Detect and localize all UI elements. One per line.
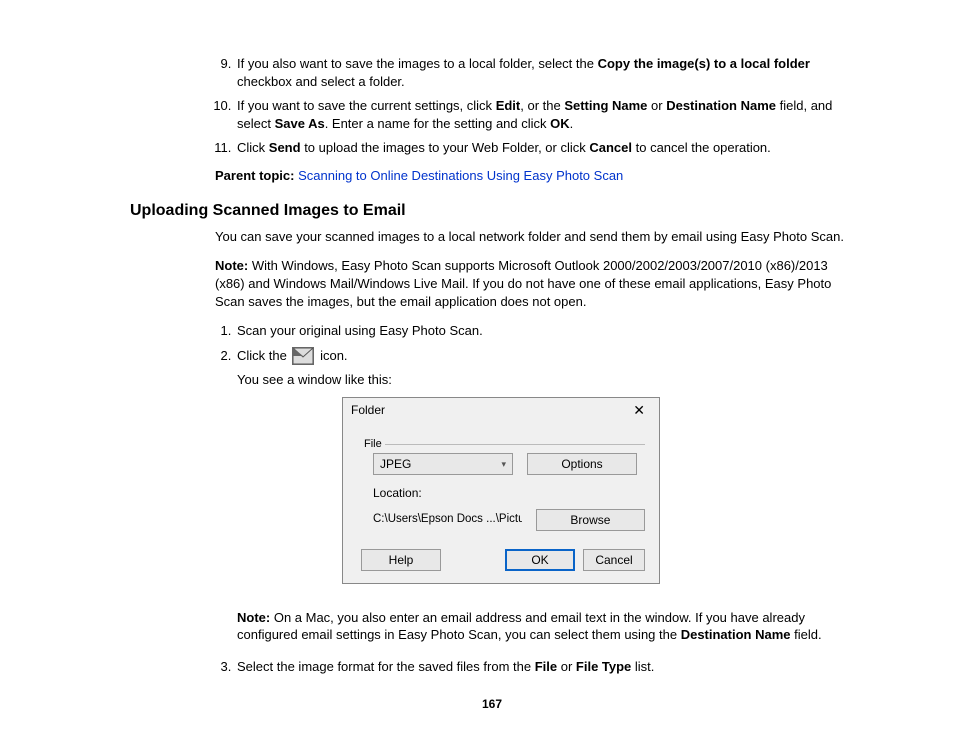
parent-topic: Parent topic: Scanning to Online Destina…	[215, 167, 854, 185]
file-format-combo[interactable]: JPEG ▾	[373, 453, 513, 475]
proc-step-2-sub: You see a window like this:	[237, 371, 854, 389]
page-number: 167	[130, 696, 854, 712]
parent-topic-link[interactable]: Scanning to Online Destinations Using Ea…	[298, 168, 623, 183]
step-11: Click Send to upload the images to your …	[235, 139, 854, 157]
step-10: If you want to save the current settings…	[235, 97, 854, 132]
browse-button[interactable]: Browse	[536, 509, 645, 531]
help-button[interactable]: Help	[361, 549, 441, 571]
file-legend: File	[361, 438, 385, 450]
step-9: If you also want to save the images to a…	[235, 55, 854, 90]
location-label: Location:	[373, 485, 645, 501]
chevron-down-icon: ▾	[501, 458, 506, 470]
procedure-steps-list: Scan your original using Easy Photo Scan…	[130, 322, 854, 676]
intro-text: You can save your scanned images to a lo…	[215, 228, 854, 246]
cancel-button[interactable]: Cancel	[583, 549, 645, 571]
proc-step-2: Click the icon. You see a window like th…	[235, 347, 854, 644]
note-mac: Note: On a Mac, you also enter an email …	[237, 609, 854, 644]
ok-button[interactable]: OK	[505, 549, 575, 571]
location-path: C:\Users\Epson Docs ...\Pictures	[373, 512, 522, 528]
close-icon[interactable]: ✕	[629, 403, 649, 417]
section-heading: Uploading Scanned Images to Email	[130, 200, 854, 222]
options-button[interactable]: Options	[527, 453, 637, 475]
proc-step-1: Scan your original using Easy Photo Scan…	[235, 322, 854, 340]
note-windows: Note: With Windows, Easy Photo Scan supp…	[215, 257, 854, 310]
continued-steps-list: If you also want to save the images to a…	[130, 55, 854, 157]
proc-step-3: Select the image format for the saved fi…	[235, 658, 854, 676]
dialog-title-text: Folder	[351, 402, 385, 418]
email-icon	[292, 347, 314, 365]
folder-dialog: Folder ✕ File JPEG ▾ Options Location: C…	[342, 397, 660, 584]
